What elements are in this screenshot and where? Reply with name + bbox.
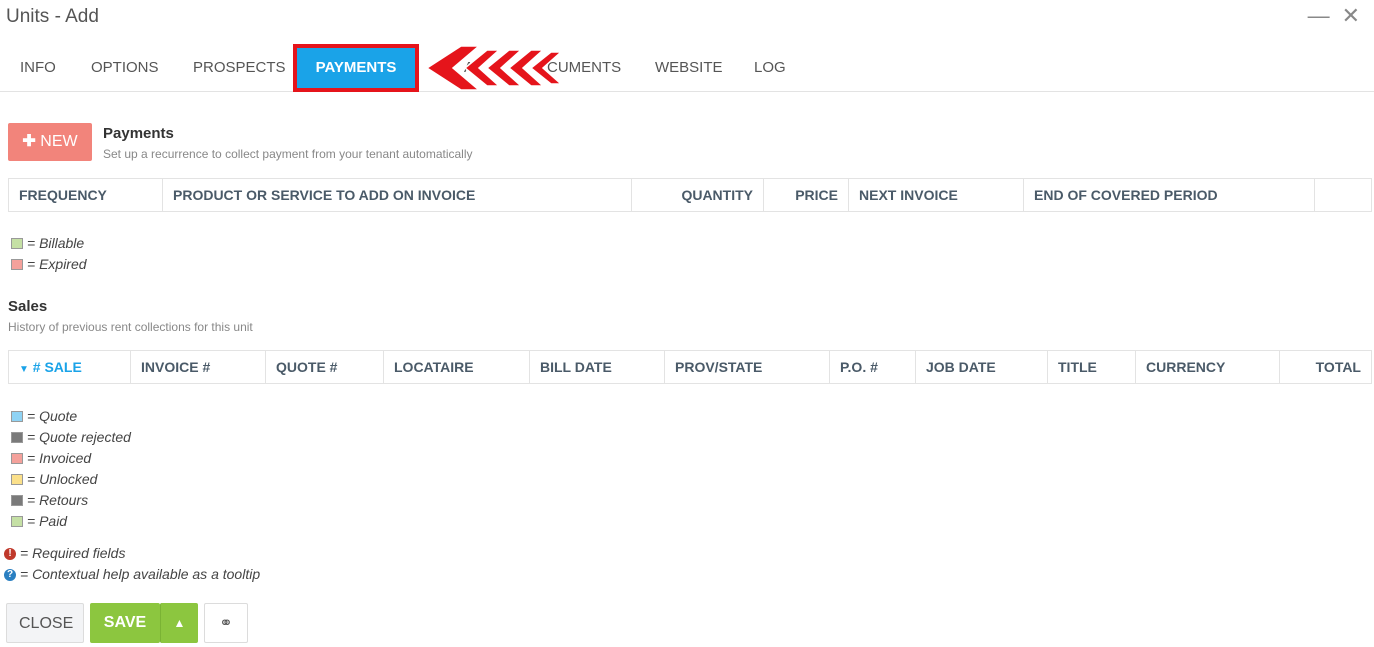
col-product[interactable]: PRODUCT OR SERVICE TO ADD ON INVOICE: [163, 179, 632, 211]
tab-options[interactable]: OPTIONS: [91, 44, 159, 92]
note-label: = Contextual help available as a tooltip: [20, 566, 261, 582]
tab-prospects[interactable]: PROSPECTS: [193, 44, 286, 92]
legend-label: = Expired: [27, 256, 87, 272]
legend-label: = Quote rejected: [27, 429, 131, 445]
minimize-icon[interactable]: —: [1308, 4, 1330, 28]
sales-table-header: ▼ # SALE INVOICE # QUOTE # LOCATAIRE BIL…: [8, 350, 1372, 384]
sales-title: Sales: [8, 298, 48, 315]
tab-info[interactable]: INFO: [20, 44, 56, 92]
tab-payments[interactable]: PAYMENTS: [293, 44, 419, 92]
legend-item: = Billable: [11, 233, 87, 254]
col-bill-date[interactable]: BILL DATE: [530, 351, 665, 383]
col-job-date[interactable]: JOB DATE: [916, 351, 1048, 383]
legend-item: = Invoiced: [11, 448, 131, 469]
new-payment-button[interactable]: ✚ NEW: [8, 123, 92, 161]
col-title[interactable]: TITLE: [1048, 351, 1136, 383]
unlocked-swatch: [11, 474, 23, 485]
col-prov-state[interactable]: PROV/STATE: [665, 351, 830, 383]
col-invoice-number[interactable]: INVOICE #: [131, 351, 266, 383]
note-help: ? = Contextual help available as a toolt…: [4, 564, 260, 585]
col-sale-number[interactable]: ▼ # SALE: [9, 351, 131, 383]
legend-label: = Retours: [27, 492, 89, 508]
close-icon[interactable]: ✕: [1342, 4, 1360, 28]
note-required: ! = Required fields: [4, 543, 260, 564]
col-price[interactable]: PRICE: [764, 179, 849, 211]
legend-label: = Quote: [27, 408, 78, 424]
legend-item: = Unlocked: [11, 469, 131, 490]
legend-item: = Expired: [11, 254, 87, 275]
tab-website[interactable]: WEBSITE: [655, 44, 723, 92]
col-frequency[interactable]: FREQUENCY: [9, 179, 163, 211]
col-sale-label: # SALE: [32, 359, 82, 375]
legend-item: = Paid: [11, 511, 131, 532]
plus-icon: ✚: [22, 133, 36, 150]
payments-legend: = Billable = Expired: [11, 233, 87, 275]
window-title: Units - Add: [6, 6, 99, 27]
col-quote-number[interactable]: QUOTE #: [266, 351, 384, 383]
field-notes: ! = Required fields ? = Contextual help …: [4, 543, 260, 585]
col-actions: [1315, 179, 1371, 211]
payments-subtitle: Set up a recurrence to collect payment f…: [103, 147, 473, 161]
legend-label: = Invoiced: [27, 450, 92, 466]
col-quantity[interactable]: QUANTITY: [632, 179, 764, 211]
legend-label: = Billable: [27, 235, 85, 251]
legend-item: = Retours: [11, 490, 131, 511]
expired-swatch: [11, 259, 23, 270]
window-controls: — ✕: [1308, 4, 1360, 28]
footer-actions: CLOSE SAVE ▲ ⚭: [6, 603, 248, 643]
billable-swatch: [11, 238, 23, 249]
invoiced-swatch: [11, 453, 23, 464]
save-options-caret-icon[interactable]: ▲: [160, 603, 198, 643]
new-button-label: NEW: [40, 133, 78, 150]
quote-swatch: [11, 411, 23, 422]
paid-swatch: [11, 516, 23, 527]
payments-title: Payments: [103, 125, 174, 142]
legend-label: = Unlocked: [27, 471, 98, 487]
exclamation-circle-icon: !: [4, 547, 16, 560]
col-next-invoice[interactable]: NEXT INVOICE: [849, 179, 1024, 211]
legend-label: = Paid: [27, 513, 68, 529]
note-label: = Required fields: [20, 545, 126, 561]
red-arrow-annotation-icon: [425, 45, 563, 91]
question-circle-icon: ?: [4, 568, 16, 581]
sales-subtitle: History of previous rent collections for…: [8, 320, 253, 334]
sales-legend: = Quote = Quote rejected = Invoiced = Un…: [11, 406, 131, 532]
close-button[interactable]: CLOSE: [6, 603, 84, 643]
tab-log[interactable]: LOG: [754, 44, 786, 92]
retours-swatch: [11, 495, 23, 506]
col-po-number[interactable]: P.O. #: [830, 351, 916, 383]
col-currency[interactable]: CURRENCY: [1136, 351, 1280, 383]
col-locataire[interactable]: LOCATAIRE: [384, 351, 530, 383]
col-end-covered-period[interactable]: END OF COVERED PERIOD: [1024, 179, 1315, 211]
legend-item: = Quote rejected: [11, 427, 131, 448]
save-button[interactable]: SAVE: [90, 603, 160, 643]
payments-table-header: FREQUENCY PRODUCT OR SERVICE TO ADD ON I…: [8, 178, 1372, 212]
tab-bar: INFO OPTIONS PROSPECTS PAYMENTS A CUMENT…: [0, 44, 1374, 92]
legend-item: = Quote: [11, 406, 131, 427]
col-total[interactable]: TOTAL: [1280, 351, 1371, 383]
link-icon[interactable]: ⚭: [204, 603, 248, 643]
quote-rejected-swatch: [11, 432, 23, 443]
caret-down-icon: ▼: [19, 364, 29, 375]
